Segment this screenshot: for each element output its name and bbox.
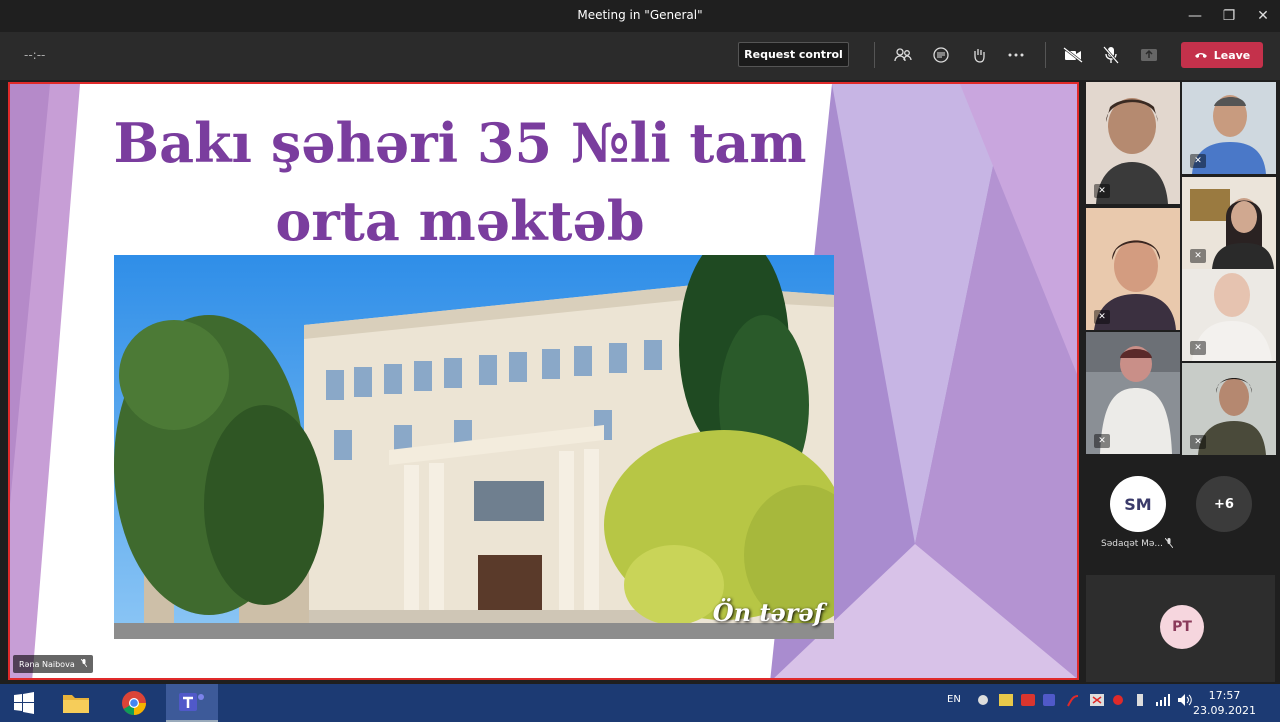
camera-off-icon[interactable] — [1062, 44, 1084, 66]
participant-name-sm: Sədaqət Mə... — [1101, 539, 1164, 549]
tray-app-icon[interactable] — [1134, 694, 1146, 709]
slide-title: Bakı şəhəri 35 №li tam orta məktəb — [110, 104, 810, 260]
shared-screen: Bakı şəhəri 35 №li tam orta məktəb Ön tə… — [8, 82, 1079, 680]
slide-title-line1: Bakı şəhəri 35 №li tam — [113, 111, 807, 175]
slide-title-line2: orta məktəb — [275, 189, 645, 253]
more-actions-icon[interactable] — [1005, 44, 1027, 66]
school-photo: Ön tərəf — [114, 255, 834, 639]
participant-video-tile[interactable]: ✕ — [1086, 332, 1180, 454]
meeting-toolbar: --:-- Request control Leave — [0, 32, 1280, 80]
phone-hangup-icon — [1194, 53, 1207, 58]
maximize-button[interactable]: ❐ — [1212, 0, 1246, 32]
share-tray-icon[interactable] — [1138, 44, 1160, 66]
minimize-button[interactable]: — — [1178, 0, 1212, 32]
chrome-icon[interactable] — [110, 684, 158, 722]
participant-video-tile[interactable]: ✕ — [1182, 363, 1276, 455]
toolbar-divider — [874, 42, 875, 68]
mic-off-icon: ✕ — [1190, 249, 1206, 263]
participant-avatar-pt[interactable]: PT — [1160, 605, 1204, 649]
window-title: Meeting in "General" — [577, 8, 703, 22]
participant-avatar-sm[interactable]: SM — [1110, 476, 1166, 532]
teams-icon[interactable] — [166, 684, 218, 722]
network-icon[interactable] — [1156, 694, 1170, 709]
participant-video-tile[interactable]: ✕ — [1086, 82, 1180, 204]
presenter-name-chip: Rəna Naibova — [13, 655, 93, 673]
mic-off-icon: ✕ — [1190, 341, 1206, 355]
windows-start-icon[interactable] — [0, 684, 48, 722]
windows-taskbar: EN 17:57 23.09.2021 — [0, 684, 1280, 722]
mic-off-icon: ✕ — [1190, 154, 1206, 168]
leave-label: Leave — [1213, 48, 1251, 62]
participants-icon[interactable] — [892, 44, 914, 66]
toolbar-divider — [1045, 42, 1046, 68]
system-clock[interactable]: 17:57 23.09.2021 — [1193, 688, 1256, 718]
meeting-timer: --:-- — [24, 48, 46, 62]
tray-app-icon[interactable] — [1021, 694, 1035, 709]
close-button[interactable]: ✕ — [1246, 0, 1280, 32]
mic-off-icon: ✕ — [1094, 184, 1110, 198]
request-control-button[interactable]: Request control — [738, 42, 849, 67]
more-participants-button[interactable]: +6 — [1196, 476, 1252, 532]
participant-video-tile[interactable]: ✕ — [1086, 208, 1180, 330]
clock-date: 23.09.2021 — [1193, 704, 1256, 717]
clock-time: 17:57 — [1208, 689, 1241, 702]
tray-teams-icon[interactable] — [1043, 694, 1055, 709]
school-building-image — [114, 255, 834, 639]
photo-caption: Ön tərəf — [712, 598, 824, 627]
tray-app-icon[interactable] — [1090, 694, 1104, 709]
file-explorer-icon[interactable] — [52, 684, 100, 722]
leave-button[interactable]: Leave — [1181, 42, 1263, 68]
mic-off-icon: ✕ — [1094, 434, 1110, 448]
presenter-name: Rəna Naibova — [19, 659, 75, 669]
mic-off-icon: ✕ — [1190, 435, 1206, 449]
window-controls: — ❐ ✕ — [1178, 0, 1280, 32]
raise-hand-icon[interactable] — [968, 44, 990, 66]
tray-app-icon[interactable] — [1112, 694, 1124, 709]
tray-acrobat-icon[interactable] — [1066, 694, 1080, 711]
chat-icon[interactable] — [930, 44, 952, 66]
tray-app-icon[interactable] — [999, 694, 1013, 709]
window-titlebar: Meeting in "General" — ❐ ✕ — [0, 0, 1280, 32]
mic-off-icon[interactable] — [1100, 44, 1122, 66]
participant-video-tile[interactable]: ✕ — [1182, 177, 1276, 269]
participant-gallery: ✕ ✕ ✕ ✕ ✕ ✕ ✕ SM Sədaqət Mə... +6 PT — [1081, 80, 1280, 682]
volume-icon[interactable] — [1178, 694, 1192, 709]
participant-video-tile[interactable]: ✕ — [1182, 269, 1276, 361]
mic-off-icon: ✕ — [1094, 310, 1110, 324]
mic-off-icon — [1164, 537, 1174, 551]
language-indicator[interactable]: EN — [947, 694, 961, 705]
tray-app-icon[interactable] — [977, 694, 989, 709]
mic-off-icon — [80, 658, 88, 669]
self-view-tile: PT — [1086, 575, 1275, 682]
participant-video-tile[interactable]: ✕ — [1182, 82, 1276, 174]
